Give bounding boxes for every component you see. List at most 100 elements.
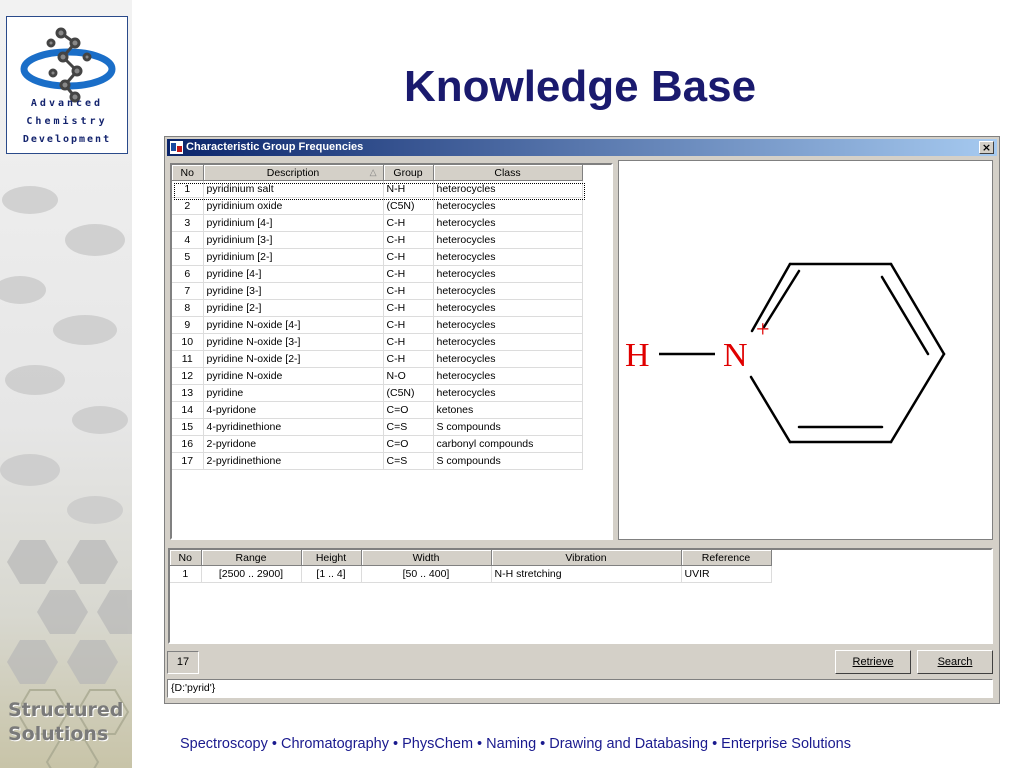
table-row[interactable]: 16 2-pyridone C=O carbonyl compounds	[172, 435, 583, 453]
row-description: pyridine N-oxide [3-]	[203, 333, 384, 351]
column-header-no[interactable]: No	[172, 165, 204, 181]
row-number: 12	[172, 367, 204, 385]
row-group: C-H	[383, 333, 434, 351]
column-header-range[interactable]: Range	[201, 550, 302, 566]
row-description: pyridinium [2-]	[203, 248, 384, 266]
row-number: 11	[172, 350, 204, 368]
row-number: 9	[172, 316, 204, 334]
row-description: pyridinium [4-]	[203, 214, 384, 232]
row-number: 7	[172, 282, 204, 300]
column-header-width[interactable]: Width	[361, 550, 492, 566]
ring-bond	[889, 262, 946, 356]
row-group: C-H	[383, 231, 434, 249]
row-class: heterocycles	[433, 316, 583, 334]
table-row[interactable]: 1 [2500 .. 2900] [1 .. 4] [50 .. 400] N-H st…	[170, 565, 772, 583]
row-group: N-O	[383, 367, 434, 385]
row-description: 2-pyridone	[203, 435, 384, 453]
table-row[interactable]: 1 pyridinium salt N-H heterocycles	[172, 180, 583, 198]
row-description: pyridine [2-]	[203, 299, 384, 317]
row-class: heterocycles	[433, 265, 583, 283]
table-row[interactable]: 8 pyridine [2-] C-H heterocycles	[172, 299, 583, 317]
search-button[interactable]: Search	[917, 650, 993, 674]
row-group: C-H	[383, 316, 434, 334]
sort-ascending-icon: △	[369, 167, 377, 177]
groups-table: No Description △ Group Class 1 pyridinium …	[170, 163, 613, 540]
row-reference: UVIR	[681, 565, 772, 583]
table-row[interactable]: 5 pyridinium [2-] C-H heterocycles	[172, 248, 583, 266]
row-number: 13	[172, 384, 204, 402]
table-row[interactable]: 3 pyridinium [4-] C-H heterocycles	[172, 214, 583, 232]
row-group: C-H	[383, 214, 434, 232]
row-group: C-H	[383, 248, 434, 266]
row-group: C-H	[383, 265, 434, 283]
table-row[interactable]: 14 4-pyridone C=O ketones	[172, 401, 583, 419]
row-group: C=S	[383, 418, 434, 436]
vibrations-table: No Range Height Width Vibration Reference 1 [2…	[168, 548, 993, 644]
column-header-group[interactable]: Group	[383, 165, 434, 181]
column-header-height[interactable]: Height	[301, 550, 362, 566]
close-button[interactable]: ×	[979, 141, 994, 154]
row-number: 10	[172, 333, 204, 351]
row-number: 5	[172, 248, 204, 266]
row-number: 1	[172, 180, 204, 198]
row-group: C=O	[383, 401, 434, 419]
hydrogen-atom-label: H	[625, 337, 650, 374]
window-titlebar[interactable]: Characteristic Group Frequencies ×	[167, 139, 997, 156]
table-row[interactable]: 13 pyridine (C5N) heterocycles	[172, 384, 583, 402]
table-row[interactable]: 15 4-pyridinethione C=S S compounds	[172, 418, 583, 436]
side-label-line-1: Structured	[8, 699, 124, 721]
column-header-vibration[interactable]: Vibration	[491, 550, 682, 566]
row-group: C-H	[383, 350, 434, 368]
column-header-no[interactable]: No	[170, 550, 202, 566]
column-header-reference[interactable]: Reference	[681, 550, 772, 566]
row-class: heterocycles	[433, 333, 583, 351]
logo-text-development: Development	[22, 134, 112, 145]
table-row[interactable]: 12 pyridine N-oxide N-O heterocycles	[172, 367, 583, 385]
row-number: 14	[172, 401, 204, 419]
positive-charge-label: +	[756, 317, 770, 343]
description-header-label: Description	[266, 166, 320, 179]
table-row[interactable]: 10 pyridine N-oxide [3-] C-H heterocycles	[172, 333, 583, 351]
row-description: pyridine N-oxide [2-]	[203, 350, 384, 368]
nitrogen-atom-label: N	[723, 337, 748, 374]
row-group: N-H	[383, 180, 434, 198]
table-row[interactable]: 2 pyridinium oxide (C5N) heterocycles	[172, 197, 583, 215]
table-row[interactable]: 7 pyridine [3-] C-H heterocycles	[172, 282, 583, 300]
row-class: S compounds	[433, 452, 583, 470]
row-height: [1 .. 4]	[301, 565, 362, 583]
structured-solutions-label: Structured Solutions	[8, 698, 123, 746]
table-row[interactable]: 11 pyridine N-oxide [2-] C-H heterocycles	[172, 350, 583, 368]
row-class: heterocycles	[433, 299, 583, 317]
row-class: heterocycles	[433, 197, 583, 215]
table-row[interactable]: 6 pyridine [4-] C-H heterocycles	[172, 265, 583, 283]
record-count: 17	[167, 651, 199, 674]
row-class: heterocycles	[433, 248, 583, 266]
row-description: 4-pyridinethione	[203, 418, 384, 436]
row-width: [50 .. 400]	[361, 565, 492, 583]
row-description: 4-pyridone	[203, 401, 384, 419]
row-number: 2	[172, 197, 204, 215]
table-row[interactable]: 9 pyridine N-oxide [4-] C-H heterocycles	[172, 316, 583, 334]
row-class: carbonyl compounds	[433, 435, 583, 453]
table-row[interactable]: 17 2-pyridinethione C=S S compounds	[172, 452, 583, 470]
column-header-class[interactable]: Class	[433, 165, 583, 181]
query-field[interactable]: {D:'pyrid'}	[167, 679, 993, 698]
slide-footer: Spectroscopy • Chromatography • PhysChem…	[180, 736, 851, 752]
row-group: C-H	[383, 299, 434, 317]
row-description: pyridinium [3-]	[203, 231, 384, 249]
molecule-logo-icon	[20, 27, 116, 103]
column-header-description[interactable]: Description △	[203, 165, 384, 181]
row-class: heterocycles	[433, 231, 583, 249]
retrieve-button[interactable]: Retrieve	[835, 650, 911, 674]
logo-text-chemistry: Chemistry	[26, 116, 108, 127]
row-number: 17	[172, 452, 204, 470]
table-row[interactable]: 4 pyridinium [3-] C-H heterocycles	[172, 231, 583, 249]
ring-bond	[889, 352, 946, 444]
row-range: [2500 .. 2900]	[201, 565, 302, 583]
window-title: Characteristic Group Frequencies	[186, 141, 364, 153]
logo-text-advanced: Advanced	[30, 98, 104, 109]
acd-logo: Advanced Chemistry Development	[6, 16, 128, 154]
row-group: C=S	[383, 452, 434, 470]
structure-viewer[interactable]: H N +	[618, 160, 993, 540]
row-number: 8	[172, 299, 204, 317]
